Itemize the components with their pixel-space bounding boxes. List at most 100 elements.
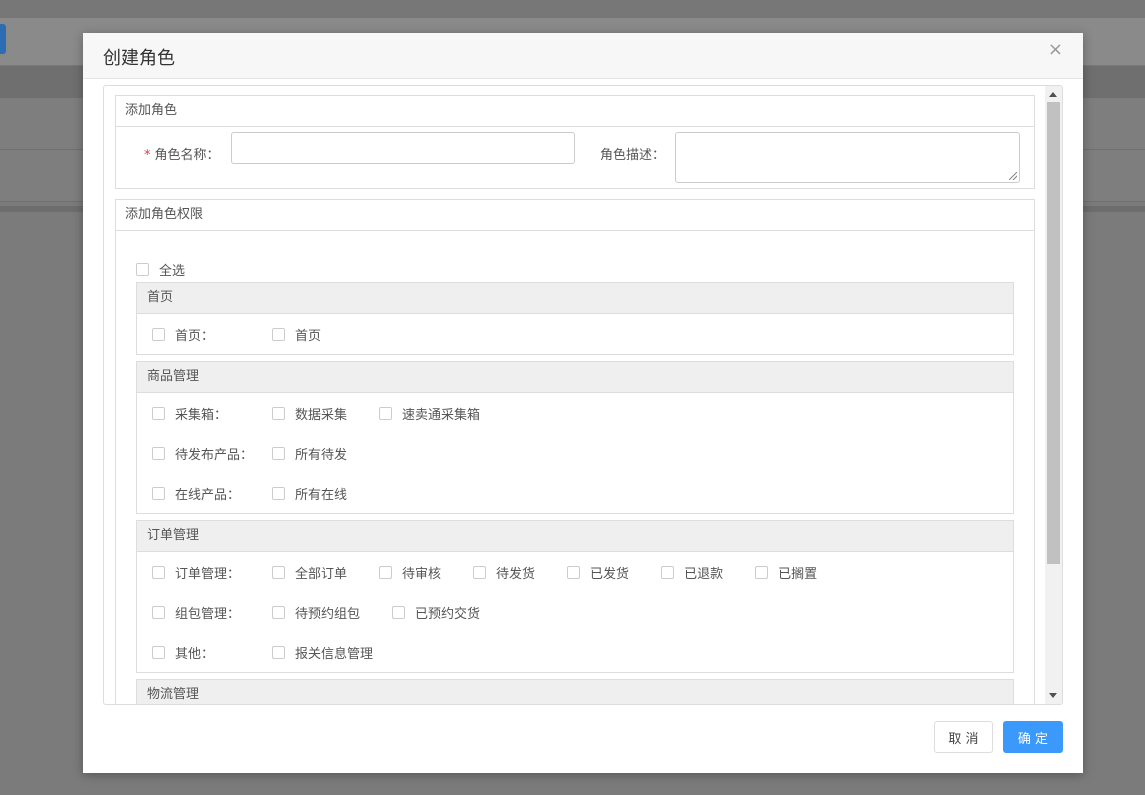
permission-lead-checkbox[interactable] [152, 605, 165, 619]
permission-option[interactable]: 已搁置 [755, 563, 817, 582]
permission-option-label: 全部订单 [295, 566, 348, 582]
permission-checkbox[interactable] [272, 605, 285, 619]
modal-footer: 取 消 确 定 [83, 721, 1083, 761]
permission-checkbox[interactable] [272, 645, 285, 659]
confirm-button[interactable]: 确 定 [1003, 721, 1063, 753]
permission-option-label: 首页 [295, 328, 322, 344]
permission-lead-label: 组包管理： [175, 606, 241, 622]
perm-panel-title: 添加角色权限 [116, 200, 1034, 231]
permission-row: 组包管理： 待预约组包 已预约交货 [152, 592, 998, 632]
modal-title: 创建角色 [103, 48, 175, 69]
permission-lead-checkbox[interactable] [152, 486, 165, 500]
permission-checkbox[interactable] [272, 446, 285, 460]
permission-checkbox[interactable] [379, 565, 393, 579]
permission-checkbox[interactable] [272, 486, 285, 500]
permission-lead-label: 首页： [175, 328, 215, 344]
permission-group-body: 采集箱： 数据采集 速卖通采集箱待发布产品： 所有待发在线产品： 所有在线 [137, 393, 1013, 513]
permission-checkbox[interactable] [272, 406, 285, 420]
background-topbar [0, 0, 1145, 18]
permission-option[interactable]: 报关信息管理 [272, 643, 373, 662]
role-name-label-text: 角色名称： [154, 148, 220, 163]
permission-row-lead[interactable]: 首页： [152, 325, 272, 344]
permission-option[interactable]: 待预约组包 [272, 603, 360, 622]
select-all-checkbox[interactable] [136, 263, 149, 276]
permission-lead-label: 订单管理： [175, 566, 241, 582]
permission-checkbox[interactable] [379, 406, 393, 420]
permission-group-title: 订单管理 [137, 521, 1013, 552]
permission-checkbox[interactable] [272, 565, 285, 579]
permission-row-lead[interactable]: 组包管理： [152, 603, 272, 622]
permission-group-body: 首页： 首页 [137, 314, 1013, 354]
permission-option-label: 已退款 [684, 566, 724, 582]
permission-option[interactable]: 所有待发 [272, 444, 347, 463]
permission-groups: 首页 首页： 首页 商品管理 采集箱： 数据采集 速卖通采集箱 待发布产品： 所有待发 在线产品：… [136, 282, 1014, 704]
permission-option[interactable]: 已发货 [567, 563, 629, 582]
permission-checkbox[interactable] [755, 565, 769, 579]
permission-row: 在线产品： 所有在线 [152, 473, 998, 513]
permission-group: 首页 首页： 首页 [136, 282, 1014, 355]
permission-lead-label: 其他： [175, 646, 215, 662]
permission-option-label: 速卖通采集箱 [402, 407, 481, 423]
permission-lead-checkbox[interactable] [152, 565, 165, 579]
permission-option[interactable]: 待发货 [473, 563, 535, 582]
scroll-area: 添加角色 * 角色名称： 角色描述： 添加角色权限 全选 首页 首页： 首页 商… [104, 86, 1046, 704]
role-info-panel: 添加角色 * 角色名称： 角色描述： [115, 95, 1035, 189]
permission-lead-checkbox[interactable] [152, 446, 165, 460]
role-desc-textarea[interactable] [675, 132, 1020, 183]
permission-option-label: 数据采集 [295, 407, 348, 423]
resize-grip-icon[interactable] [1009, 172, 1017, 180]
permission-row-lead[interactable]: 采集箱： [152, 404, 272, 423]
permission-row: 采集箱： 数据采集 速卖通采集箱 [152, 393, 998, 433]
permission-group-title: 商品管理 [137, 362, 1013, 393]
permission-option[interactable]: 数据采集 [272, 404, 347, 423]
permission-option-label: 已预约交货 [415, 606, 481, 622]
permission-row: 待发布产品： 所有待发 [152, 433, 998, 473]
permission-group-title: 物流管理 [137, 680, 1013, 704]
permission-lead-checkbox[interactable] [152, 645, 165, 659]
scroll-down-arrow-icon[interactable] [1049, 693, 1057, 698]
vertical-scrollbar[interactable] [1045, 86, 1062, 704]
role-permission-panel: 添加角色权限 全选 首页 首页： 首页 商品管理 采集箱： 数据采集 速卖通采集箱 待发布产品… [115, 199, 1035, 704]
scroll-up-arrow-icon[interactable] [1049, 92, 1057, 97]
close-icon[interactable]: × [1048, 39, 1063, 60]
select-all-option[interactable]: 全选 [136, 257, 1014, 282]
permission-row-lead[interactable]: 其他： [152, 643, 272, 662]
permission-option[interactable]: 首页 [272, 325, 321, 344]
permission-group-body: 订单管理： 全部订单 待审核 待发货 已发货 已退款 已搁置组包管理： 待预约组包 已预约交货其… [137, 552, 1013, 672]
permission-lead-label: 采集箱： [175, 407, 228, 423]
permission-checkbox[interactable] [473, 565, 487, 579]
select-all-label: 全选 [159, 264, 186, 279]
permission-row-lead[interactable]: 订单管理： [152, 563, 272, 582]
permission-option[interactable]: 已预约交货 [392, 603, 480, 622]
permission-row-lead[interactable]: 待发布产品： [152, 444, 272, 463]
permission-option-label: 待审核 [402, 566, 442, 582]
role-name-input[interactable] [231, 132, 575, 164]
permission-option[interactable]: 全部订单 [272, 563, 347, 582]
role-desc-label: 角色描述： [600, 148, 666, 163]
permission-group: 商品管理采集箱： 数据采集 速卖通采集箱待发布产品： 所有待发在线产品： 所有在线 [136, 361, 1014, 514]
role-panel-title: 添加角色 [116, 96, 1034, 127]
modal-header: 创建角色 × [83, 33, 1083, 79]
permission-lead-label: 待发布产品： [175, 447, 254, 463]
cancel-button[interactable]: 取 消 [934, 721, 993, 753]
permission-option[interactable]: 待审核 [379, 563, 441, 582]
permission-option[interactable]: 速卖通采集箱 [379, 404, 480, 423]
permission-lead-checkbox[interactable] [152, 406, 165, 420]
permission-checkbox[interactable] [661, 565, 675, 579]
permission-row: 首页： 首页 [152, 314, 998, 354]
permission-lead-checkbox[interactable] [152, 327, 165, 341]
permission-group: 物流管理 [136, 679, 1014, 704]
background-blue-button [0, 24, 6, 54]
permission-option-label: 报关信息管理 [295, 646, 374, 662]
create-role-modal: 创建角色 × 添加角色 * 角色名称： 角色描述： 添加角色权限 全选 首页 首… [83, 33, 1083, 773]
permission-checkbox[interactable] [567, 565, 581, 579]
permission-option-label: 待发货 [496, 566, 536, 582]
permission-option[interactable]: 所有在线 [272, 484, 347, 503]
permission-option[interactable]: 已退款 [661, 563, 723, 582]
permission-checkbox[interactable] [272, 327, 285, 341]
scroll-thumb[interactable] [1047, 102, 1060, 564]
permission-checkbox[interactable] [392, 605, 406, 619]
permission-row-lead[interactable]: 在线产品： [152, 484, 272, 503]
permission-option-label: 待预约组包 [295, 606, 361, 622]
permission-option-label: 所有在线 [295, 487, 348, 503]
